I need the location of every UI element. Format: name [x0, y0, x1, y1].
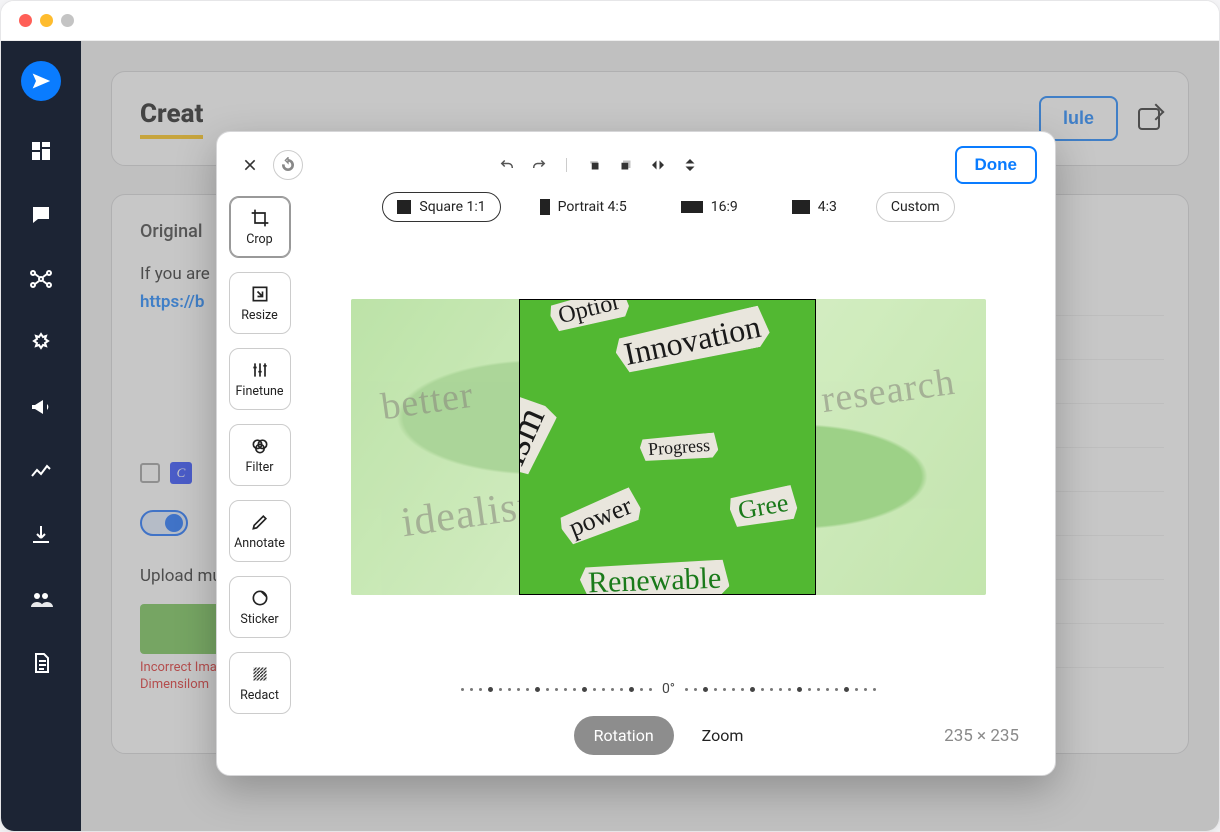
tool-redact-label: Redact — [240, 688, 279, 703]
ratio-portrait[interactable]: Portrait 4:5 — [525, 192, 642, 222]
window-zoom-dot[interactable] — [61, 14, 74, 27]
scrap-gree: Gree — [728, 484, 799, 529]
ratio-custom[interactable]: Custom — [876, 192, 955, 222]
ratio-4-3[interactable]: 4:3 — [777, 192, 852, 222]
ratio-portrait-label: Portrait 4:5 — [558, 199, 627, 215]
ratio-custom-label: Custom — [891, 199, 940, 215]
nav-sidebar — [1, 41, 81, 831]
network-icon[interactable] — [27, 265, 55, 293]
revert-icon[interactable] — [273, 150, 303, 180]
tool-annotate-label: Annotate — [234, 536, 285, 551]
ratio-square[interactable]: Square 1:1 — [382, 192, 500, 222]
tool-finetune-label: Finetune — [236, 384, 284, 399]
app-window: Creat lule Original If you are https://b — [0, 0, 1220, 832]
tool-crop[interactable]: Crop — [229, 196, 291, 258]
editor-header: Done — [235, 146, 1037, 184]
scrap-progress: Progress — [639, 432, 719, 462]
redo-icon[interactable] — [530, 156, 548, 174]
window-minimize-dot[interactable] — [40, 14, 53, 27]
ratio-square-label: Square 1:1 — [419, 199, 485, 215]
crop-dimensions: 235 × 235 — [944, 726, 1019, 746]
target-icon[interactable] — [27, 329, 55, 357]
aspect-ratio-row: Square 1:1 Portrait 4:5 16:9 4:3 Custom — [306, 192, 1031, 222]
tool-annotate[interactable]: Annotate — [229, 500, 291, 562]
scrap-power: power — [557, 486, 645, 548]
crop-selection[interactable]: Optior Innovation ism Progress power Gre… — [519, 299, 816, 595]
rotation-tab[interactable]: Rotation — [574, 716, 674, 755]
editor-tool-sidebar: Crop Resize Finetune Filter Annotate Sti… — [217, 132, 302, 775]
scrap-renewable: Renewable — [579, 559, 730, 595]
analytics-icon[interactable] — [27, 457, 55, 485]
window-close-dot[interactable] — [19, 14, 32, 27]
ratio-16-9[interactable]: 16:9 — [666, 192, 753, 222]
editor-footer: Rotation Zoom 235 × 235 — [306, 716, 1031, 755]
tool-resize-label: Resize — [241, 308, 278, 323]
done-button[interactable]: Done — [955, 146, 1038, 184]
ratio-16-9-label: 16:9 — [711, 199, 738, 215]
tool-sticker[interactable]: Sticker — [229, 576, 291, 638]
team-icon[interactable] — [27, 585, 55, 613]
tool-redact[interactable]: Redact — [229, 652, 291, 714]
flip-vertical-icon[interactable] — [681, 156, 699, 174]
scrap-optior: Optior — [547, 299, 631, 334]
rotate-right-icon[interactable] — [617, 156, 635, 174]
dashboard-icon[interactable] — [27, 137, 55, 165]
titlebar — [1, 1, 1219, 41]
image-editor-modal: Done Crop Resize Finetune Filter Ann — [216, 131, 1056, 776]
rotation-degrees: 0° — [658, 681, 679, 697]
undo-icon[interactable] — [498, 156, 516, 174]
app-logo[interactable] — [21, 61, 61, 101]
tool-resize[interactable]: Resize — [229, 272, 291, 334]
editor-main: Square 1:1 Portrait 4:5 16:9 4:3 Custom — [302, 132, 1055, 775]
zoom-tab[interactable]: Zoom — [682, 716, 764, 755]
rotate-left-icon[interactable] — [585, 156, 603, 174]
flip-horizontal-icon[interactable] — [649, 156, 667, 174]
crop-canvas[interactable]: better idealism research Optior Innovati… — [351, 299, 986, 595]
crop-canvas-wrap: better idealism research Optior Innovati… — [306, 246, 1031, 648]
megaphone-icon[interactable] — [27, 393, 55, 421]
rotation-dial[interactable]: 0° — [306, 678, 1031, 700]
tool-finetune[interactable]: Finetune — [229, 348, 291, 410]
compose-icon[interactable] — [27, 201, 55, 229]
tool-filter[interactable]: Filter — [229, 424, 291, 486]
tool-crop-label: Crop — [246, 232, 272, 247]
document-icon[interactable] — [27, 649, 55, 677]
close-icon[interactable] — [235, 150, 265, 180]
scrap-ism: ism — [519, 391, 559, 479]
tool-sticker-label: Sticker — [240, 612, 278, 627]
download-icon[interactable] — [27, 521, 55, 549]
tool-filter-label: Filter — [246, 460, 274, 475]
scrap-innovation: Innovation — [612, 304, 772, 376]
ratio-4-3-label: 4:3 — [818, 199, 837, 215]
